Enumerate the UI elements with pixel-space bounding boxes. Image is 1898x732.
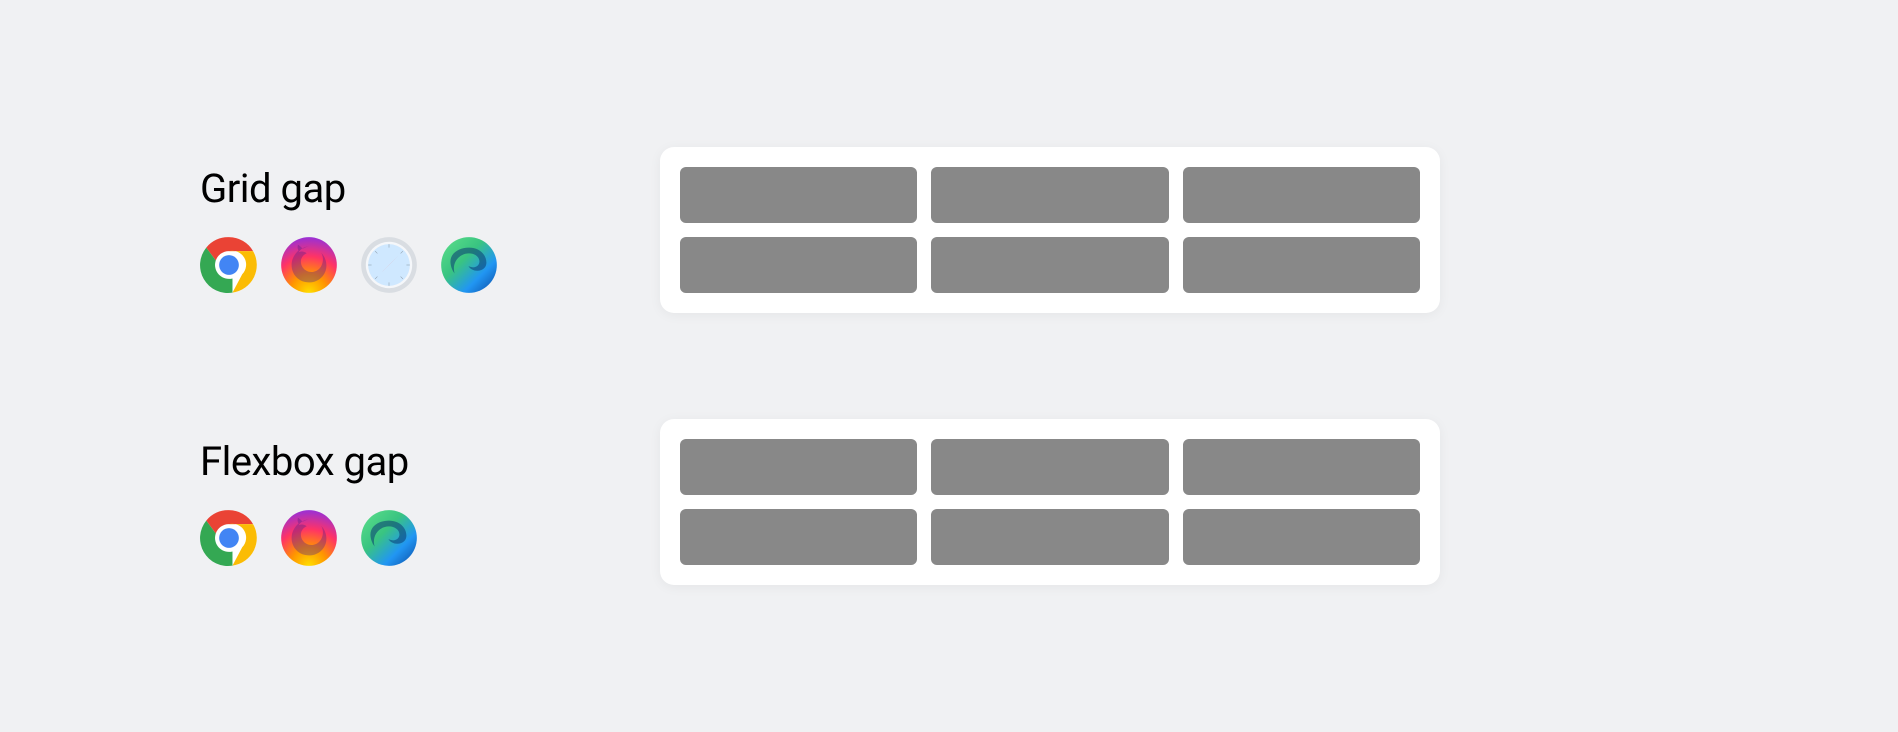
- firefox-icon: [280, 509, 338, 567]
- safari-icon: [360, 236, 418, 294]
- firefox-icon: [280, 236, 338, 294]
- grid-cell: [931, 167, 1168, 223]
- section-title: Grid gap: [200, 165, 540, 212]
- browser-icons: [200, 509, 540, 567]
- grid-cell: [680, 237, 917, 293]
- chrome-icon: [200, 236, 258, 294]
- edge-icon: [440, 236, 498, 294]
- chrome-icon: [200, 509, 258, 567]
- section-flexbox-gap: Flexbox gap: [200, 419, 1698, 585]
- grid-cell: [680, 167, 917, 223]
- grid-cell: [680, 439, 917, 495]
- browser-icons: [200, 236, 540, 294]
- grid-cell: [1183, 439, 1420, 495]
- label-block: Grid gap: [200, 165, 540, 294]
- section-title: Flexbox gap: [200, 438, 540, 485]
- demo-card-grid: [660, 147, 1440, 313]
- grid-cell: [931, 509, 1168, 565]
- demo-card-flex: [660, 419, 1440, 585]
- grid-cell: [931, 237, 1168, 293]
- label-block: Flexbox gap: [200, 438, 540, 567]
- edge-icon: [360, 509, 418, 567]
- section-grid-gap: Grid gap: [200, 147, 1698, 313]
- grid-cell: [1183, 167, 1420, 223]
- grid-cell: [1183, 237, 1420, 293]
- grid-cell: [680, 509, 917, 565]
- grid-cell: [1183, 509, 1420, 565]
- grid-cell: [931, 439, 1168, 495]
